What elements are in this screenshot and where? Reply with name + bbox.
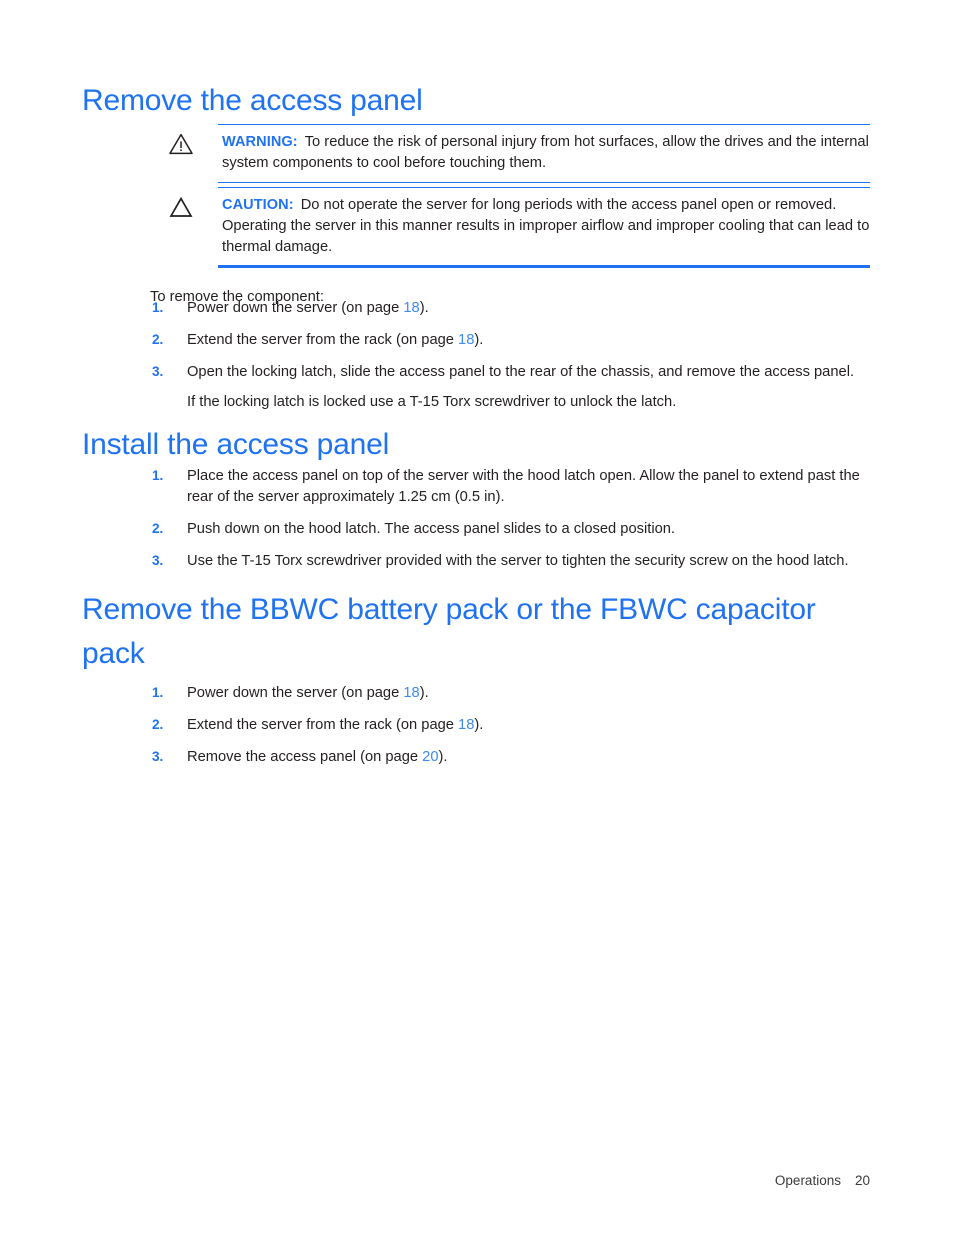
footer-chapter-label: Operations bbox=[774, 1173, 841, 1188]
list-item: 3. Open the locking latch, slide the acc… bbox=[150, 362, 880, 413]
caution-triangle-icon bbox=[168, 195, 194, 219]
list-item-text-after: ). bbox=[438, 749, 448, 766]
page-xref-link[interactable]: 20 bbox=[422, 749, 438, 765]
page-xref-link[interactable]: 18 bbox=[458, 332, 474, 348]
list-item-text: Use the T-15 Torx screwdriver provided w… bbox=[187, 553, 849, 570]
list-item: 2. Push down on the hood latch. The acce… bbox=[150, 519, 880, 540]
list-item-text-after: ). bbox=[474, 717, 484, 734]
page-xref-link[interactable]: 18 bbox=[403, 685, 419, 701]
list-item-text: Push down on the hood latch. The access … bbox=[187, 521, 675, 538]
list-item-text: Extend the server from the rack (on page bbox=[187, 717, 459, 734]
footer-page-number: 20 bbox=[854, 1173, 870, 1188]
list-item-text: Extend the server from the rack (on page bbox=[187, 332, 459, 349]
admonition-group: WARNING: To reduce the risk of personal i… bbox=[168, 124, 870, 269]
list-item-text: Place the access panel on top of the ser… bbox=[187, 468, 860, 506]
list-item-text: Power down the server (on page bbox=[187, 300, 404, 316]
steps-list-remove-bbwc: 1. Power down the server (on page 18). 2… bbox=[150, 683, 880, 768]
list-item-text: Remove the access panel (on page bbox=[187, 749, 423, 766]
list-item: 2. Extend the server from the rack (on p… bbox=[150, 330, 880, 351]
list-item: 1. Power down the server (on page 18). bbox=[150, 298, 880, 319]
list-item-text-after: ). bbox=[419, 685, 429, 701]
list-item: 1. Power down the server (on page 18). bbox=[150, 683, 880, 704]
caution-text: Do not operate the server for long perio… bbox=[222, 196, 870, 255]
warning-triangle-exclamation-icon bbox=[168, 132, 194, 156]
list-item-number: 1. bbox=[152, 468, 164, 483]
list-item-text-after: ). bbox=[474, 332, 484, 349]
caution-admonition: CAUTION: Do not operate the server for lo… bbox=[168, 186, 870, 269]
list-item: 3. Use the T-15 Torx screwdriver provide… bbox=[150, 551, 880, 572]
list-item: 3. Remove the access panel (on page 20). bbox=[150, 747, 880, 768]
page-title-remove-access-panel: Remove the access panel bbox=[82, 84, 423, 117]
page-title-install-access-panel: Install the access panel bbox=[82, 428, 390, 461]
steps-list-remove-access-panel: 1. Power down the server (on page 18). 2… bbox=[150, 298, 880, 413]
document-page: Remove the access panel WARNING: To reduc… bbox=[0, 0, 954, 1235]
page-footer: Operations 20 bbox=[760, 1158, 870, 1203]
page-xref-link[interactable]: 18 bbox=[458, 717, 474, 733]
list-item-subparagraph: If the locking latch is locked use a T-1… bbox=[187, 394, 677, 411]
caution-admonition-body: CAUTION: Do not operate the server for lo… bbox=[218, 186, 870, 269]
list-item-number: 2. bbox=[152, 521, 164, 537]
warning-text: To reduce the risk of personal injury fr… bbox=[222, 134, 869, 171]
list-item-text-after: ). bbox=[419, 300, 429, 316]
list-item-number: 1. bbox=[152, 685, 164, 700]
list-item-number: 3. bbox=[152, 749, 164, 765]
list-item-number: 2. bbox=[152, 332, 164, 348]
steps-list-install-access-panel: 1. Place the access panel on top of the … bbox=[150, 466, 880, 572]
page-title-remove-bbwc-battery-pack: Remove the BBWC battery pack or the FBWC… bbox=[82, 593, 816, 671]
list-item-text: Open the locking latch, slide the access… bbox=[187, 364, 855, 381]
list-item: 1. Place the access panel on top of the … bbox=[150, 466, 880, 508]
list-item-number: 2. bbox=[152, 717, 164, 733]
page-xref-link[interactable]: 18 bbox=[403, 300, 419, 316]
list-item-number: 3. bbox=[152, 364, 164, 380]
list-item-text: Power down the server (on page bbox=[187, 685, 404, 701]
list-item-number: 1. bbox=[152, 300, 164, 315]
warning-admonition: WARNING: To reduce the risk of personal i… bbox=[168, 124, 870, 182]
list-item-number: 3. bbox=[152, 553, 164, 569]
list-item: 2. Extend the server from the rack (on p… bbox=[150, 715, 880, 736]
warning-admonition-body: WARNING: To reduce the risk of personal i… bbox=[218, 124, 870, 182]
warning-label: WARNING: bbox=[222, 134, 298, 150]
caution-label: CAUTION: bbox=[222, 196, 294, 213]
